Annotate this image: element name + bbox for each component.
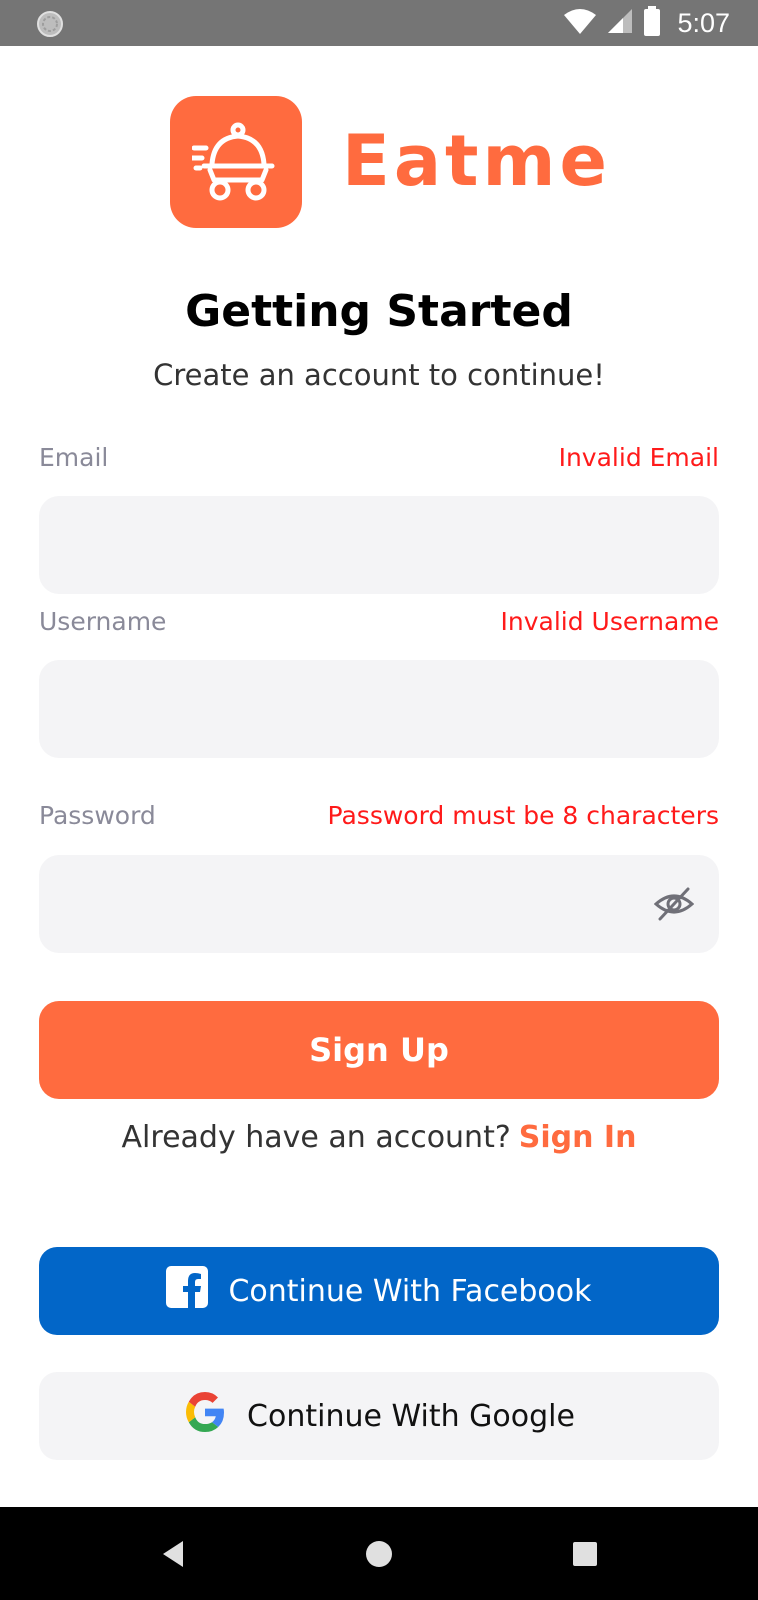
signin-link[interactable]: Sign In	[519, 1120, 637, 1155]
notification-icon	[36, 10, 64, 38]
email-field[interactable]	[39, 496, 719, 594]
brand-name: Eatme	[342, 120, 611, 202]
page-subtitle: Create an account to continue!	[153, 358, 605, 392]
password-field[interactable]	[39, 855, 719, 953]
username-label: Username	[39, 607, 167, 636]
system-nav-bar	[0, 1507, 758, 1600]
recents-icon[interactable]	[562, 1531, 608, 1577]
google-button-label: Continue With Google	[247, 1398, 575, 1434]
status-bar: 5:07	[0, 0, 758, 46]
signin-prompt: Already have an account?	[121, 1120, 511, 1155]
continue-facebook-button[interactable]: Continue With Facebook	[39, 1247, 719, 1335]
facebook-icon	[166, 1266, 209, 1316]
continue-google-button[interactable]: Continue With Google	[39, 1372, 719, 1460]
email-error: Invalid Email	[558, 443, 719, 472]
food-delivery-cloche-icon	[170, 96, 302, 228]
status-time: 5:07	[677, 7, 730, 38]
home-icon[interactable]	[356, 1531, 402, 1577]
battery-icon	[643, 6, 661, 40]
username-error: Invalid Username	[500, 607, 719, 636]
signin-row: Already have an account? Sign In	[0, 1120, 758, 1155]
signup-button[interactable]: Sign Up	[39, 1001, 719, 1099]
brand-logo: Eatme	[170, 96, 607, 228]
back-icon[interactable]	[150, 1531, 196, 1577]
username-field[interactable]	[39, 660, 719, 758]
email-label: Email	[39, 443, 109, 472]
facebook-button-label: Continue With Facebook	[228, 1273, 592, 1309]
cell-signal-icon	[607, 8, 633, 38]
password-error: Password must be 8 characters	[327, 801, 719, 830]
eye-off-icon[interactable]	[650, 880, 698, 928]
google-icon	[183, 1390, 227, 1442]
status-icons: 5:07	[563, 0, 730, 46]
page-title: Getting Started	[185, 286, 573, 337]
password-label: Password	[39, 801, 156, 830]
wifi-icon	[563, 7, 597, 39]
